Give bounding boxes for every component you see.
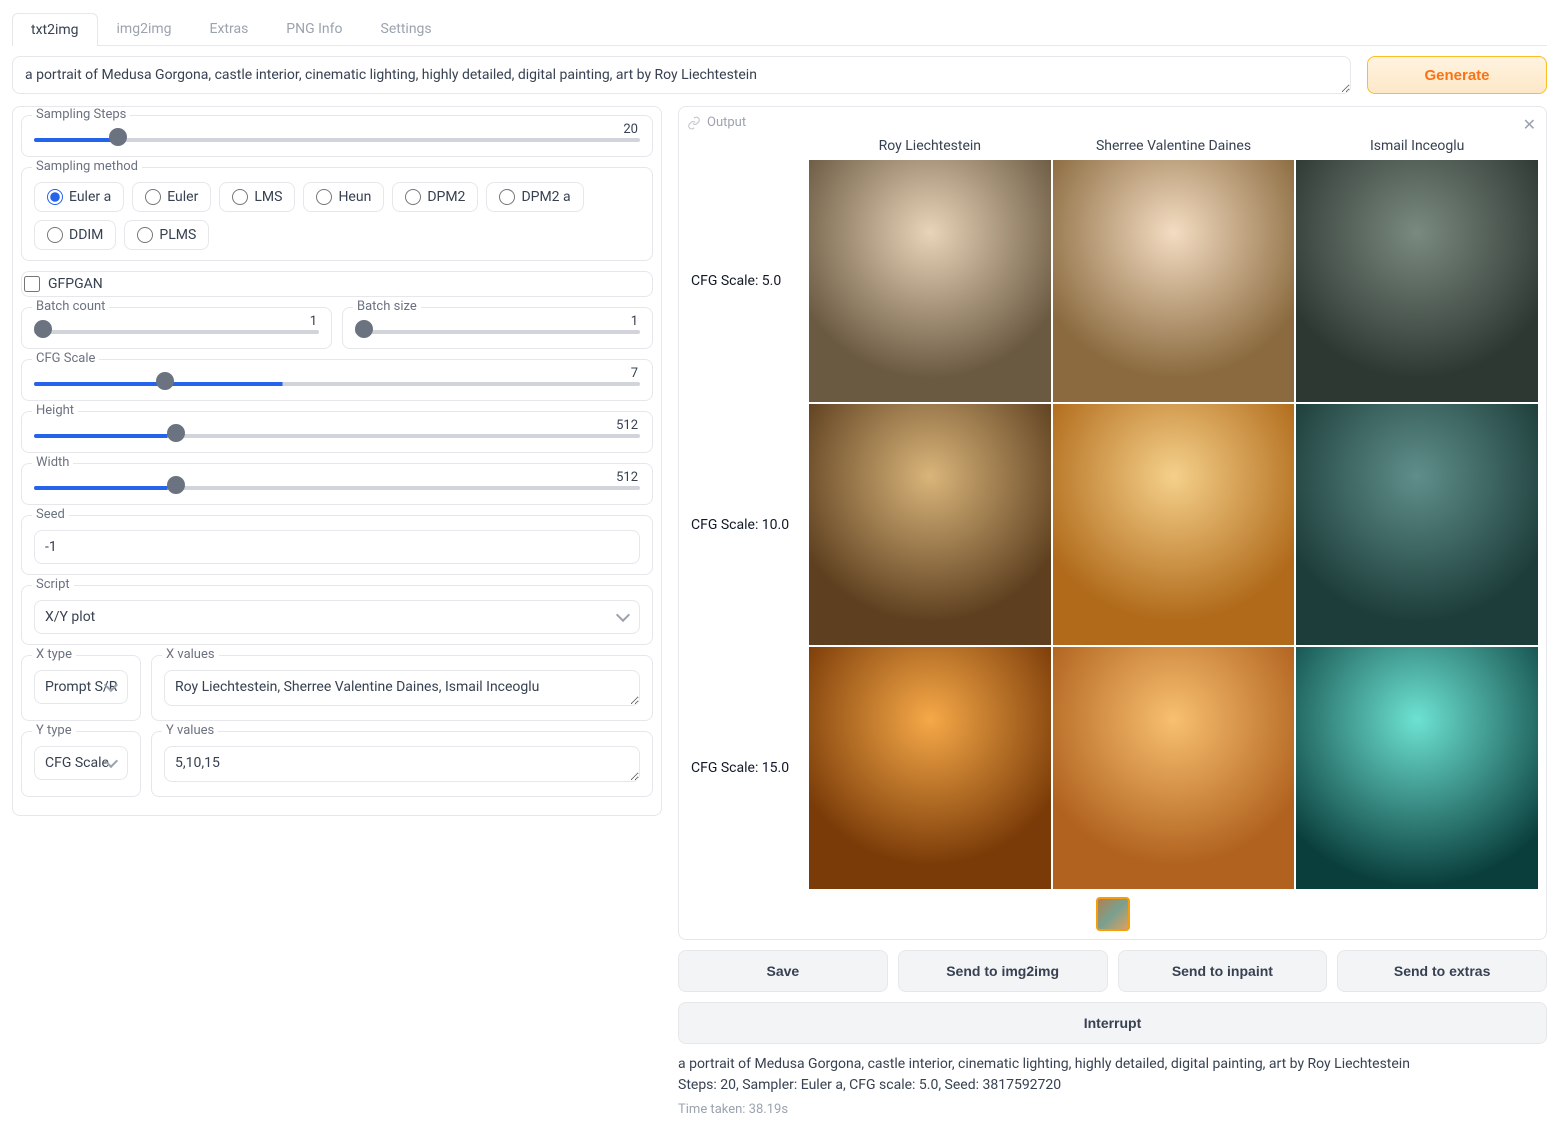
output-label: Output — [707, 115, 746, 130]
sampling-method-label: Sampling method — [32, 159, 142, 174]
tab-settings[interactable]: Settings — [362, 12, 451, 45]
sampling-method-group: Euler a Euler LMS Heun DPM2 DPM2 a DDIM … — [34, 182, 640, 250]
generation-summary: a portrait of Medusa Gorgona, castle int… — [678, 1054, 1547, 1120]
sampler-plms[interactable]: PLMS — [124, 220, 209, 250]
batch-size-slider[interactable] — [355, 330, 640, 334]
width-slider[interactable] — [34, 486, 640, 490]
height-label: Height — [32, 403, 78, 418]
summary-params: Steps: 20, Sampler: Euler a, CFG scale: … — [678, 1075, 1547, 1096]
grid-row-label: CFG Scale: 10.0 — [687, 404, 807, 646]
seed-label: Seed — [32, 507, 69, 522]
main-tabs: txt2img img2img Extras PNG Info Settings — [12, 12, 1547, 46]
y-type-select[interactable]: CFG Scale — [34, 746, 128, 780]
grid-row-label: CFG Scale: 5.0 — [687, 160, 807, 402]
summary-time: Time taken: 38.19s — [678, 1100, 1547, 1120]
send-img2img-button[interactable]: Send to img2img — [898, 950, 1108, 992]
summary-prompt: a portrait of Medusa Gorgona, castle int… — [678, 1054, 1547, 1075]
grid-col-header: Sherree Valentine Daines — [1053, 134, 1295, 158]
link-icon — [687, 116, 701, 130]
sampler-heun[interactable]: Heun — [303, 182, 384, 212]
cfg-scale-value: 7 — [631, 366, 638, 381]
grid-row-label: CFG Scale: 15.0 — [687, 647, 807, 889]
output-thumbnail[interactable] — [1096, 897, 1130, 931]
generate-button[interactable]: Generate — [1367, 56, 1547, 94]
sampling-steps-label: Sampling Steps — [32, 107, 130, 122]
sampler-euler[interactable]: Euler — [132, 182, 211, 212]
grid-col-header: Roy Liechtestein — [809, 134, 1051, 158]
x-values-input[interactable]: Roy Liechtestein, Sherree Valentine Dain… — [164, 670, 640, 706]
script-label: Script — [32, 577, 74, 592]
grid-col-header: Ismail Inceoglu — [1296, 134, 1538, 158]
batch-count-value: 1 — [310, 314, 317, 329]
tab-txt2img[interactable]: txt2img — [12, 13, 98, 46]
save-button[interactable]: Save — [678, 950, 888, 992]
width-value: 512 — [616, 470, 638, 485]
output-image[interactable] — [809, 160, 1051, 402]
x-type-label: X type — [32, 647, 76, 662]
sampler-dpm2[interactable]: DPM2 — [392, 182, 478, 212]
tab-img2img[interactable]: img2img — [98, 12, 191, 45]
output-image[interactable] — [809, 647, 1051, 889]
output-image[interactable] — [1296, 160, 1538, 402]
batch-count-label: Batch count — [32, 299, 109, 314]
sampler-euler-a[interactable]: Euler a — [34, 182, 124, 212]
sampler-dpm2a[interactable]: DPM2 a — [486, 182, 583, 212]
prompt-input[interactable]: a portrait of Medusa Gorgona, castle int… — [12, 56, 1351, 94]
output-image[interactable] — [809, 404, 1051, 646]
y-values-label: Y values — [162, 723, 218, 738]
batch-count-slider[interactable] — [34, 330, 319, 334]
batch-size-value: 1 — [631, 314, 638, 329]
x-values-label: X values — [162, 647, 219, 662]
sampling-steps-slider[interactable] — [34, 138, 640, 142]
y-values-input[interactable]: 5,10,15 — [164, 746, 640, 782]
output-image[interactable] — [1053, 404, 1295, 646]
send-extras-button[interactable]: Send to extras — [1337, 950, 1547, 992]
output-image[interactable] — [1296, 647, 1538, 889]
gfpgan-label: GFPGAN — [48, 276, 103, 292]
close-icon[interactable]: ✕ — [1523, 115, 1536, 134]
sampler-lms[interactable]: LMS — [219, 182, 295, 212]
tab-pnginfo[interactable]: PNG Info — [267, 12, 361, 45]
x-type-select[interactable]: Prompt S/R — [34, 670, 128, 704]
output-grid: Roy Liechtestein Sherree Valentine Daine… — [687, 134, 1538, 889]
tab-extras[interactable]: Extras — [191, 12, 268, 45]
sampler-ddim[interactable]: DDIM — [34, 220, 116, 250]
batch-size-label: Batch size — [353, 299, 421, 314]
output-panel: Output ✕ Roy Liechtestein Sherree Valent… — [678, 106, 1547, 940]
width-label: Width — [32, 455, 73, 470]
output-image[interactable] — [1296, 404, 1538, 646]
send-inpaint-button[interactable]: Send to inpaint — [1118, 950, 1328, 992]
output-image[interactable] — [1053, 160, 1295, 402]
height-slider[interactable] — [34, 434, 640, 438]
script-select[interactable]: X/Y plot — [34, 600, 640, 634]
y-type-label: Y type — [32, 723, 76, 738]
sampling-steps-value: 20 — [623, 122, 638, 137]
seed-input[interactable] — [34, 530, 640, 564]
cfg-scale-label: CFG Scale — [32, 351, 99, 366]
output-image[interactable] — [1053, 647, 1295, 889]
height-value: 512 — [616, 418, 638, 433]
gfpgan-checkbox[interactable] — [24, 276, 40, 292]
cfg-scale-slider[interactable] — [34, 382, 640, 386]
